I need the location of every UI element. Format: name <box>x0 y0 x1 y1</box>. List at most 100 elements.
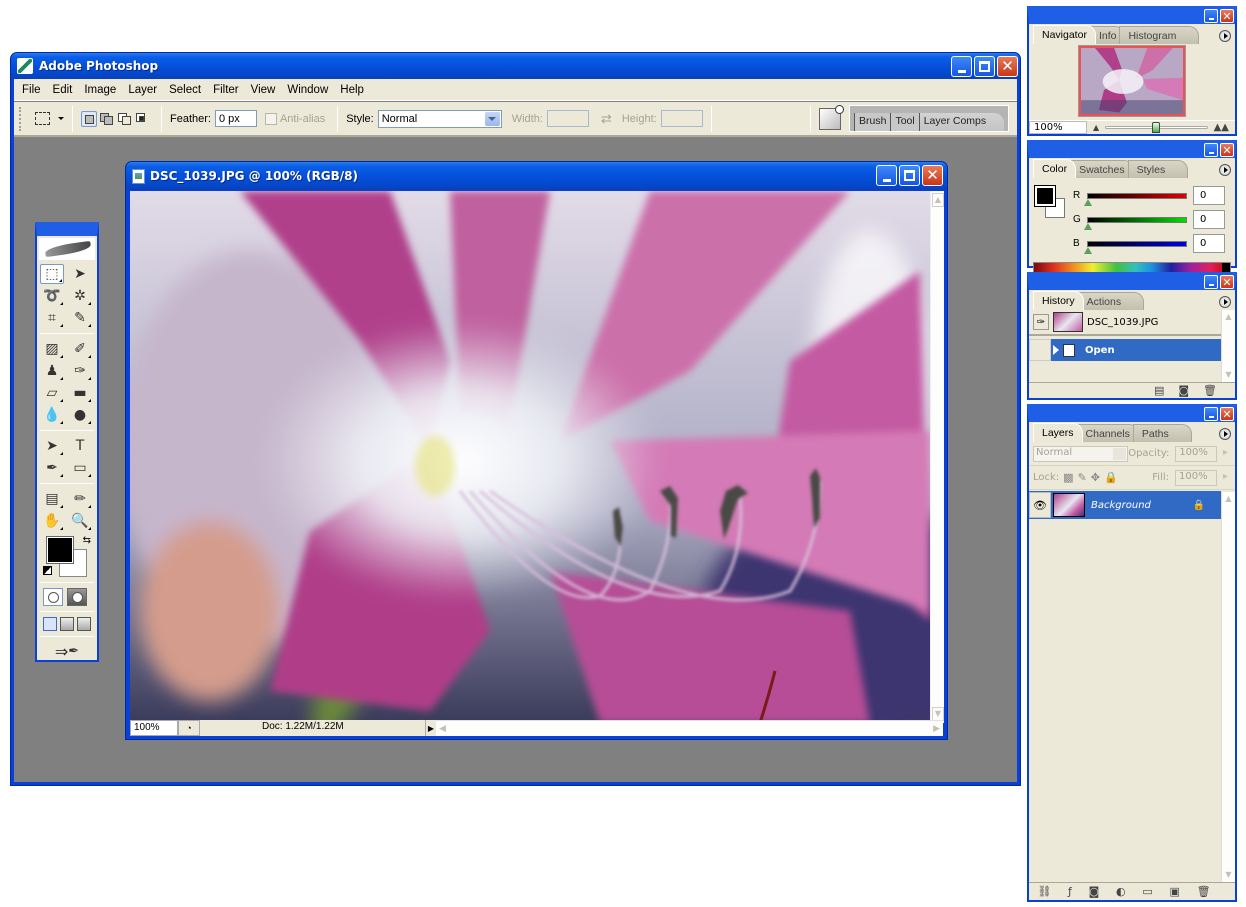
tool-dodge[interactable]: ● <box>68 405 92 425</box>
new-selection-button[interactable] <box>81 110 97 127</box>
tool-lasso[interactable]: ➰ <box>40 286 64 306</box>
tool-pen[interactable]: ✒ <box>40 458 64 478</box>
tool-slice[interactable]: ✎ <box>68 308 92 328</box>
blue-value-input[interactable]: 0 <box>1193 234 1225 253</box>
document-close-button[interactable]: ✕ <box>922 165 943 186</box>
tool-move[interactable]: ➤ <box>68 264 92 284</box>
palette-menu-icon[interactable] <box>1219 30 1231 42</box>
file-browser-icon[interactable] <box>819 104 844 130</box>
tool-crop[interactable]: ⌗ <box>40 308 64 328</box>
history-close-button[interactable]: ✕ <box>1220 275 1234 289</box>
tool-eraser[interactable]: ▱ <box>40 383 64 403</box>
scroll-up-arrow-icon[interactable]: ▲ <box>1222 492 1235 506</box>
delete-state-icon[interactable]: 🗑 <box>1203 384 1217 397</box>
navigator-zoom-field[interactable]: 100% <box>1029 121 1087 134</box>
layers-close-button[interactable]: ✕ <box>1220 407 1234 421</box>
tool-path-selection[interactable]: ➤ <box>40 436 64 456</box>
full-screen-menu-mode-button[interactable] <box>60 617 74 631</box>
green-slider[interactable] <box>1084 216 1187 230</box>
zoom-in-icon[interactable]: ▲▲ <box>1214 122 1229 133</box>
palette-menu-icon[interactable] <box>1219 296 1231 308</box>
menu-help[interactable]: Help <box>334 84 370 96</box>
scroll-down-arrow-icon[interactable]: ▼ <box>932 707 944 721</box>
zoom-slider-thumb[interactable] <box>1152 122 1161 133</box>
new-layer-icon[interactable]: ▣ <box>1170 885 1180 898</box>
fill-input[interactable]: 100% <box>1175 469 1228 486</box>
document-maximize-button[interactable] <box>899 165 920 186</box>
tab-swatches[interactable]: Swatches <box>1070 160 1134 178</box>
red-slider-knob[interactable] <box>1084 198 1092 206</box>
default-colors-icon[interactable] <box>43 566 52 575</box>
tool-brush[interactable]: ✐ <box>68 339 92 359</box>
document-minimize-button[interactable] <box>876 165 897 186</box>
blue-slider-knob[interactable] <box>1084 246 1092 254</box>
history-brush-source-slot[interactable] <box>1029 339 1051 361</box>
feather-input[interactable] <box>214 110 257 127</box>
menu-image[interactable]: Image <box>78 84 122 96</box>
standard-mode-button[interactable] <box>43 588 63 606</box>
history-brush-source-icon[interactable]: ✑ <box>1033 314 1049 330</box>
horizontal-scrollbar[interactable]: ◀ ▶ <box>436 720 943 736</box>
scroll-up-arrow-icon[interactable]: ▲ <box>932 193 944 207</box>
tab-navigator[interactable]: Navigator <box>1033 25 1096 44</box>
style-select[interactable]: Normal <box>377 109 502 128</box>
navigator-close-button[interactable]: ✕ <box>1220 9 1234 23</box>
green-slider-knob[interactable] <box>1084 222 1092 230</box>
tool-rectangle-shape[interactable]: ▭ <box>68 458 92 478</box>
scroll-left-arrow-icon[interactable]: ◀ <box>439 723 446 734</box>
new-group-icon[interactable]: ▭ <box>1142 885 1152 898</box>
menu-window[interactable]: Window <box>281 84 334 96</box>
quick-mask-mode-button[interactable] <box>67 588 87 606</box>
subtract-from-selection-button[interactable] <box>117 111 133 127</box>
menu-filter[interactable]: Filter <box>207 84 245 96</box>
height-input[interactable] <box>660 110 703 127</box>
lock-all-icon[interactable]: 🔒 <box>1104 471 1118 484</box>
history-snapshot[interactable]: ✑ DSC_1039.JPG <box>1029 310 1221 336</box>
bridge-status-icon[interactable]: ◔ <box>178 720 200 736</box>
blue-slider[interactable] <box>1084 240 1187 254</box>
maximize-button[interactable] <box>974 56 995 77</box>
scroll-down-arrow-icon[interactable]: ▼ <box>1222 368 1235 382</box>
tab-histogram[interactable]: Histogram <box>1119 26 1200 44</box>
lock-position-icon[interactable]: ✥ <box>1091 471 1100 484</box>
scroll-down-arrow-icon[interactable]: ▼ <box>1222 868 1235 882</box>
layer-visibility-eye-icon[interactable]: 👁 <box>1029 492 1051 518</box>
history-minimize-button[interactable] <box>1204 275 1218 289</box>
link-layers-icon[interactable]: ⛓ <box>1037 885 1051 898</box>
tab-history[interactable]: History <box>1033 291 1084 310</box>
close-button[interactable]: ✕ <box>997 56 1018 77</box>
document-title-bar[interactable]: DSC_1039.JPG @ 100% (RGB/8) ✕ <box>126 162 947 190</box>
image-canvas[interactable] <box>130 191 930 723</box>
palette-menu-icon[interactable] <box>1219 164 1231 176</box>
tool-eyedropper[interactable]: ✏ <box>68 489 92 509</box>
tool-hand[interactable]: ✋ <box>40 511 64 531</box>
foreground-color-swatch[interactable] <box>46 536 74 564</box>
lock-image-icon[interactable]: ✎ <box>1078 471 1087 484</box>
layers-minimize-button[interactable] <box>1204 407 1218 421</box>
palette-well-tab-layer-comps[interactable]: Layer Comps <box>918 113 1005 131</box>
menu-view[interactable]: View <box>245 84 282 96</box>
new-document-from-state-icon[interactable]: ▤ <box>1154 384 1164 397</box>
tool-history-brush[interactable]: ✑ <box>68 361 92 381</box>
swap-colors-icon[interactable]: ⇆ <box>83 535 91 546</box>
delete-layer-icon[interactable]: 🗑 <box>1197 885 1211 898</box>
zoom-out-icon[interactable]: ▲ <box>1093 123 1099 132</box>
minimize-button[interactable] <box>951 56 972 77</box>
lock-transparency-icon[interactable]: ▩ <box>1063 471 1073 484</box>
tool-clone-stamp[interactable]: ♟ <box>40 361 64 381</box>
menu-select[interactable]: Select <box>163 84 207 96</box>
navigator-minimize-button[interactable] <box>1204 9 1218 23</box>
tool-notes[interactable]: ▤ <box>40 489 64 509</box>
tool-blur[interactable]: 💧 <box>40 405 64 425</box>
tab-color[interactable]: Color <box>1033 159 1077 178</box>
palette-menu-icon[interactable] <box>1219 428 1231 440</box>
palette-well-tab-tool-presets[interactable]: Tool <box>890 113 919 131</box>
color-close-button[interactable]: ✕ <box>1220 143 1234 157</box>
add-to-selection-button[interactable] <box>99 111 115 127</box>
red-slider[interactable] <box>1084 192 1187 206</box>
scroll-right-arrow-icon[interactable]: ▶ <box>933 723 940 734</box>
green-value-input[interactable]: 0 <box>1193 210 1225 229</box>
tool-healing-brush[interactable]: ▨ <box>40 339 64 359</box>
palette-well-tab-brushes[interactable]: Brush <box>854 113 891 131</box>
menu-file[interactable]: File <box>16 84 47 96</box>
